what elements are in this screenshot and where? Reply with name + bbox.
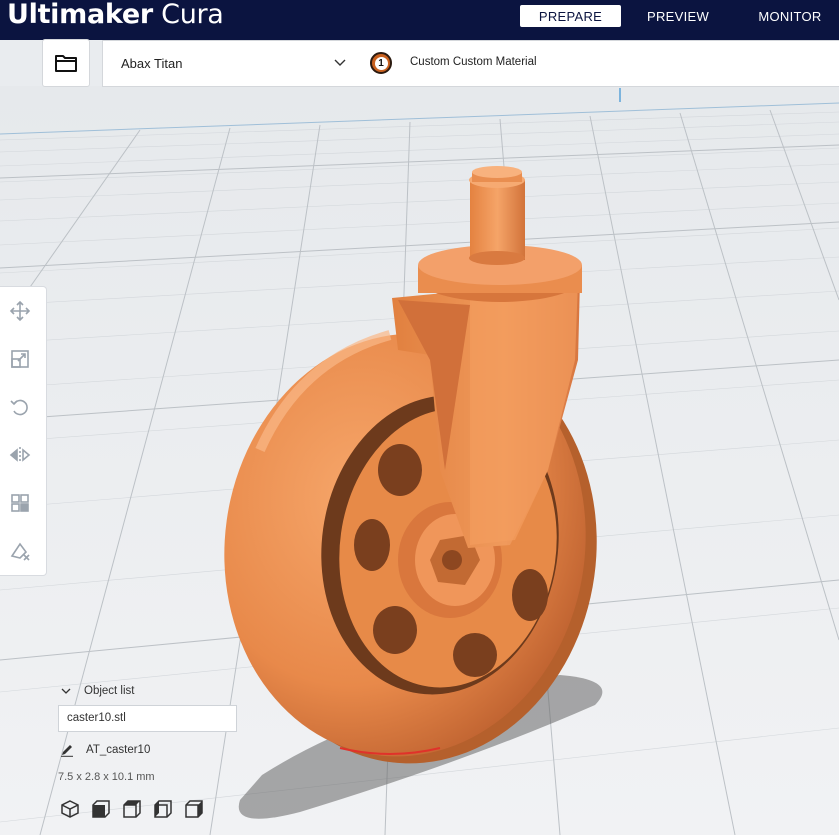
top-view-icon xyxy=(123,800,141,818)
printer-name: Abax Titan xyxy=(121,56,183,71)
mirror-tool-button[interactable] xyxy=(7,442,33,468)
left-view-icon xyxy=(154,800,172,818)
printer-selector[interactable]: Abax Titan xyxy=(102,40,358,87)
object-list-title: Object list xyxy=(84,685,135,697)
move-tool-button[interactable] xyxy=(7,298,33,324)
rotate-icon xyxy=(10,399,28,416)
app-logo: Ultimaker Cura xyxy=(7,0,224,31)
object-dimensions: 7.5 x 2.8 x 10.1 mm xyxy=(58,771,155,783)
top-bar: Ultimaker Cura PREPARE PREVIEW MONITOR xyxy=(0,0,839,40)
tool-panel xyxy=(0,286,47,576)
tab-preview[interactable]: PREVIEW xyxy=(634,5,722,27)
front-view-button[interactable] xyxy=(91,799,111,819)
chevron-down-icon xyxy=(334,59,346,66)
per-model-settings-button[interactable] xyxy=(7,490,33,516)
pencil-icon xyxy=(61,745,73,757)
object-name: AT_caster10 xyxy=(86,744,151,756)
brand-product: Cura xyxy=(152,0,224,30)
object-list-toggle[interactable]: Object list xyxy=(58,685,135,697)
open-file-button[interactable] xyxy=(42,39,90,87)
right-view-icon xyxy=(185,800,203,818)
view-orientation-bar xyxy=(60,799,204,819)
scale-icon xyxy=(11,350,29,368)
material-name: Custom Custom Material xyxy=(410,56,537,68)
3d-view-button[interactable] xyxy=(60,799,80,819)
3d-view-icon xyxy=(61,800,79,818)
top-view-button[interactable] xyxy=(122,799,142,819)
object-list-item[interactable]: caster10.stl xyxy=(58,705,237,732)
scale-tool-button[interactable] xyxy=(7,346,33,372)
folder-icon xyxy=(55,55,77,72)
brand-name: Ultimaker xyxy=(7,0,153,30)
extruder-badge: 1 xyxy=(370,52,392,74)
mirror-icon xyxy=(9,447,31,463)
right-view-button[interactable] xyxy=(184,799,204,819)
rotate-tool-button[interactable] xyxy=(7,394,33,420)
chevron-down-icon xyxy=(61,688,71,694)
tab-prepare[interactable]: PREPARE xyxy=(520,5,621,27)
object-name-field[interactable]: AT_caster10 xyxy=(58,743,150,757)
left-view-button[interactable] xyxy=(153,799,173,819)
tab-monitor[interactable]: MONITOR xyxy=(748,5,832,27)
front-view-icon xyxy=(92,800,110,818)
extruder-number: 1 xyxy=(374,56,388,70)
move-icon xyxy=(9,300,31,322)
print-setup-selector[interactable]: 1 Custom Custom Material xyxy=(356,40,839,87)
per-model-settings-icon xyxy=(11,494,29,512)
support-blocker-button[interactable] xyxy=(7,538,33,564)
support-blocker-icon xyxy=(10,542,30,561)
